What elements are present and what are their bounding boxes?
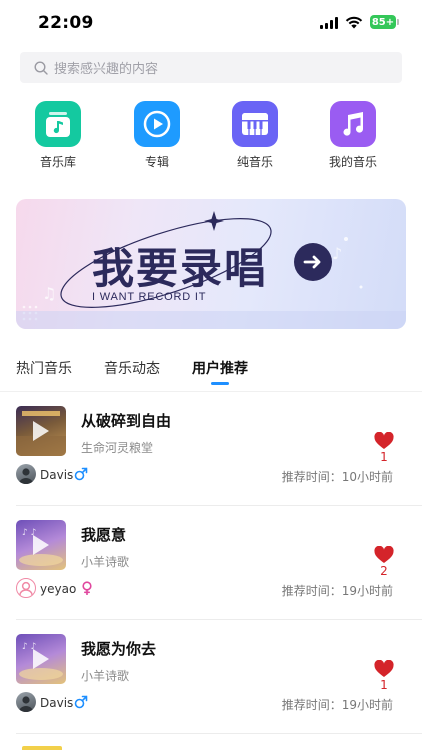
tab-hot-music[interactable]: 热门音乐: [16, 358, 72, 378]
entry-pure-music[interactable]: 纯音乐: [220, 101, 290, 170]
song-artist: 生命河灵粮堂: [81, 441, 154, 455]
list-item[interactable]: ♪ ♪ 我愿为你去 小羊诗歌 1 Davis 推荐时间：19小时前: [0, 620, 422, 734]
active-tab-indicator: [211, 382, 229, 385]
album-cover[interactable]: ♪ ♪: [16, 634, 66, 684]
svg-text:♪: ♪: [332, 244, 342, 263]
piano-icon: [232, 101, 278, 147]
recommend-time: 推荐时间：19小时前: [281, 584, 393, 598]
album-cover[interactable]: ♪ ♪: [16, 520, 66, 570]
svg-text:♫: ♫: [42, 284, 56, 303]
music-library-icon: [35, 101, 81, 147]
quick-entries: 音乐库 专辑 纯音乐 我的音乐: [0, 101, 422, 171]
search-input[interactable]: 搜索感兴趣的内容: [20, 52, 402, 83]
entry-my-music[interactable]: 我的音乐: [318, 101, 388, 170]
status-bar: 22:09 85+: [0, 0, 422, 46]
like-count: 2: [380, 564, 388, 578]
play-icon: [33, 649, 49, 669]
cellular-signal-icon: [320, 16, 338, 29]
play-icon: [33, 535, 49, 555]
song-artist: 小羊诗歌: [81, 555, 130, 569]
male-icon: [74, 467, 88, 481]
like-count: 1: [380, 678, 388, 692]
list-item[interactable]: ♪ ♪ 我愿意 小羊诗歌 2 yeyao 推荐时间：19小时前: [0, 506, 422, 620]
list-item[interactable]: 从破碎到自由 生命河灵粮堂 1 Davis 推荐时间：10小时前: [0, 392, 422, 506]
recommend-time: 推荐时间：19小时前: [281, 698, 393, 712]
next-item-cover-peek: [22, 746, 62, 750]
battery-icon: 85+: [370, 15, 399, 29]
entry-music-library[interactable]: 音乐库: [23, 101, 93, 170]
tab-user-recommend[interactable]: 用户推荐: [192, 358, 248, 378]
play-icon: [33, 421, 49, 441]
tab-music-updates[interactable]: 音乐动态: [104, 358, 160, 378]
song-artist: 小羊诗歌: [81, 669, 130, 683]
banner-title: 我要录唱: [92, 244, 269, 293]
avatar[interactable]: [16, 578, 36, 598]
female-icon: [82, 581, 92, 595]
status-indicators: 85+: [320, 15, 399, 29]
user-name: Davis: [40, 696, 74, 710]
entry-label: 音乐库: [39, 155, 76, 169]
status-time: 22:09: [38, 13, 94, 33]
song-title: 从破碎到自由: [81, 412, 172, 430]
entry-album[interactable]: 专辑: [122, 101, 192, 170]
album-play-icon: [134, 101, 180, 147]
song-title: 我愿意: [81, 526, 127, 544]
arrow-right-icon[interactable]: [294, 243, 332, 281]
male-icon: [74, 695, 88, 709]
heart-icon[interactable]: [374, 546, 394, 564]
heart-icon[interactable]: [374, 660, 394, 678]
heart-icon[interactable]: [374, 432, 394, 450]
divider: [16, 733, 422, 734]
banner-subtitle: I WANT RECORD IT: [92, 291, 207, 303]
user-name: Davis: [40, 468, 74, 482]
avatar[interactable]: [16, 692, 36, 712]
song-title: 我愿为你去: [81, 640, 157, 658]
entry-label: 我的音乐: [328, 155, 377, 169]
avatar[interactable]: [16, 464, 36, 484]
music-note-icon: [330, 101, 376, 147]
recommend-time: 推荐时间：10小时前: [281, 470, 393, 484]
search-placeholder: 搜索感兴趣的内容: [54, 62, 159, 77]
entry-label: 纯音乐: [236, 155, 273, 169]
like-count: 1: [380, 450, 388, 464]
record-banner[interactable]: ♪ ♫ 我要录唱 I WANT RECORD IT: [16, 199, 406, 329]
search-icon: [34, 60, 48, 75]
user-name: yeyao: [40, 582, 77, 596]
wifi-icon: [345, 16, 363, 29]
entry-label: 专辑: [144, 155, 169, 169]
album-cover[interactable]: [16, 406, 66, 456]
